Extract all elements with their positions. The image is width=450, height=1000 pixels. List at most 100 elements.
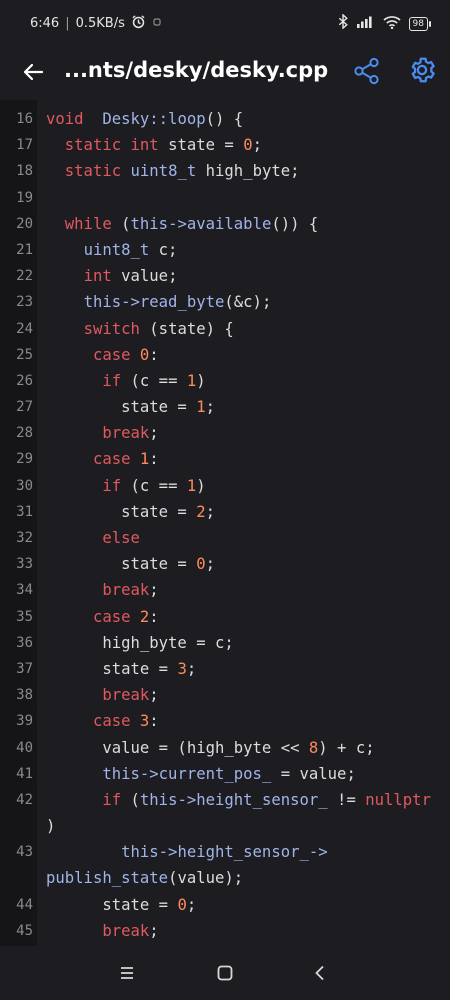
code-token: state = bbox=[158, 136, 244, 155]
code-line: 32 else bbox=[0, 525, 450, 551]
code-text: switch (state) { bbox=[46, 316, 234, 342]
code-token: 1 bbox=[139, 450, 150, 469]
code-token: case bbox=[92, 712, 131, 731]
code-token: switch bbox=[83, 319, 140, 338]
code-token: value = (high_byte << bbox=[46, 738, 309, 757]
code-token: 2 bbox=[196, 502, 206, 521]
line-number: 19 bbox=[16, 189, 33, 206]
code-token: this->available bbox=[130, 214, 272, 233]
code-token: high_byte; bbox=[196, 162, 300, 181]
code-text: state = 0; bbox=[46, 892, 196, 918]
code-line: 16 void Desky::loop() { bbox=[0, 106, 450, 132]
code-token: state = bbox=[46, 398, 197, 417]
system-back-button[interactable] bbox=[309, 962, 331, 984]
code-text: case 1: bbox=[46, 446, 159, 472]
line-number: 30 bbox=[16, 477, 33, 494]
code-token: 2 bbox=[139, 607, 150, 626]
code-line: 18 static uint8_t high_byte; bbox=[0, 158, 450, 184]
code-token: ; bbox=[149, 581, 159, 600]
code-text: value = (high_byte << 8) + c; bbox=[46, 735, 374, 761]
code-token: int bbox=[83, 267, 112, 286]
code-line: 27 state = 1; bbox=[0, 394, 450, 420]
code-token: : bbox=[149, 345, 159, 364]
code-token: state = bbox=[46, 502, 197, 521]
code-token: break bbox=[102, 581, 150, 600]
code-token: ( bbox=[111, 214, 131, 233]
line-number: 33 bbox=[16, 556, 33, 573]
back-button[interactable] bbox=[18, 56, 50, 88]
status-network-speed: 0.5KB/s bbox=[75, 16, 125, 31]
code-token: static bbox=[64, 136, 122, 155]
code-token: break bbox=[102, 921, 150, 940]
code-token: ()) { bbox=[271, 214, 319, 233]
line-number: 35 bbox=[16, 608, 33, 625]
code-token: 3 bbox=[177, 659, 187, 678]
recent-apps-button[interactable] bbox=[116, 962, 138, 984]
code-line: 38 break; bbox=[0, 682, 450, 708]
code-token: case bbox=[92, 345, 131, 364]
code-text: ) bbox=[46, 813, 55, 839]
code-token: 0 bbox=[243, 136, 253, 155]
code-token: ; bbox=[149, 424, 159, 443]
code-text: break; bbox=[46, 420, 159, 446]
code-token: this->read_byte bbox=[83, 293, 225, 312]
line-number: 16 bbox=[16, 111, 33, 127]
code-line: 39 case 3: bbox=[0, 708, 450, 734]
code-line: 31 state = 2; bbox=[0, 499, 450, 525]
line-number: 34 bbox=[16, 582, 33, 599]
code-token: if bbox=[102, 476, 122, 495]
code-token: value; bbox=[111, 267, 178, 286]
code-text: case 2: bbox=[46, 604, 159, 630]
code-line: publish_state(value); bbox=[0, 865, 450, 891]
settings-button[interactable] bbox=[407, 55, 437, 85]
code-line: 40 value = (high_byte << 8) + c; bbox=[0, 735, 450, 761]
code-token: else bbox=[102, 529, 140, 547]
bluetooth-icon bbox=[338, 13, 349, 33]
code-token: ) bbox=[196, 371, 206, 390]
code-editor[interactable]: 16 void Desky::loop() {17 static int stat… bbox=[0, 100, 450, 946]
code-token: : bbox=[149, 450, 159, 469]
gear-icon bbox=[411, 57, 435, 83]
line-number: 25 bbox=[16, 346, 33, 363]
line-number: 39 bbox=[16, 713, 33, 730]
code-token: (state) { bbox=[139, 319, 234, 338]
code-token: if bbox=[102, 790, 122, 809]
code-line: 23 this->read_byte(&c); bbox=[0, 289, 450, 315]
code-line: 35 case 2: bbox=[0, 604, 450, 630]
line-number: 29 bbox=[16, 451, 33, 468]
code-token: : bbox=[149, 712, 159, 731]
code-token: high_byte = c; bbox=[46, 633, 234, 652]
share-button[interactable] bbox=[352, 56, 382, 86]
home-button[interactable] bbox=[214, 962, 236, 984]
line-number: 41 bbox=[16, 765, 33, 782]
line-number: 42 bbox=[16, 791, 33, 808]
line-number: 20 bbox=[16, 215, 33, 232]
code-text: break; bbox=[46, 682, 158, 708]
line-number: 44 bbox=[16, 896, 33, 913]
code-token: (&c); bbox=[224, 293, 272, 312]
line-number: 37 bbox=[16, 660, 33, 677]
code-text: else bbox=[46, 525, 140, 551]
status-left: 6:46 | 0.5KB/s bbox=[30, 14, 162, 33]
code-token: 1 bbox=[186, 371, 197, 390]
wifi-icon bbox=[382, 15, 401, 33]
code-token: (value); bbox=[168, 869, 244, 888]
code-token: ; bbox=[149, 921, 159, 940]
status-bar: 6:46 | 0.5KB/s 98 bbox=[0, 0, 450, 44]
code-line: 24 switch (state) { bbox=[0, 316, 450, 342]
code-token: this->height_sensor_ bbox=[139, 790, 328, 809]
code-token: Desky::loop bbox=[102, 110, 206, 128]
code-text: this->height_sensor_-> bbox=[46, 839, 328, 865]
share-icon bbox=[354, 57, 379, 85]
